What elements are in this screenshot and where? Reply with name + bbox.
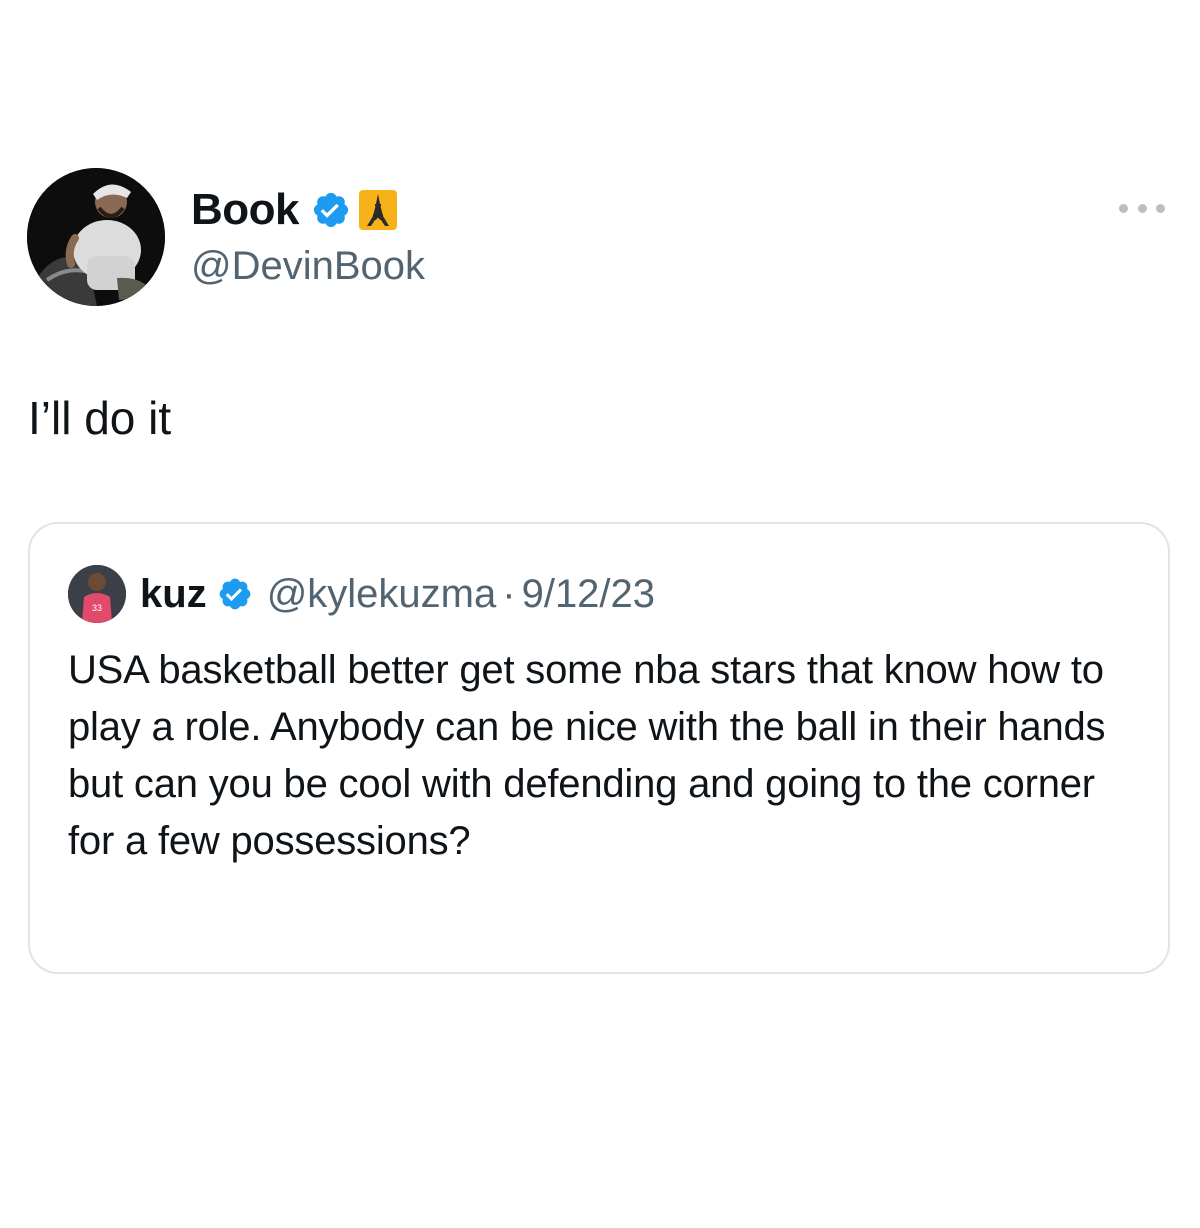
more-dot xyxy=(1156,203,1165,213)
author-avatar[interactable] xyxy=(27,168,165,306)
quoted-tweet-text: USA basketball better get some nba stars… xyxy=(68,648,1106,863)
author-handle[interactable]: @DevinBook xyxy=(191,242,425,290)
svg-text:33: 33 xyxy=(92,603,102,613)
quoted-tweet-date: 9/12/23 xyxy=(521,572,656,616)
tweet-text: I’ll do it xyxy=(28,392,172,444)
quoted-tweet-card[interactable]: 33 kuz @kylekuzma · 9/12/23 USA basketba… xyxy=(28,522,1170,974)
quoted-tweet-header: 33 kuz @kylekuzma · 9/12/23 xyxy=(68,565,656,623)
eiffel-tower-emoji-icon xyxy=(359,190,397,230)
more-dot xyxy=(1119,203,1128,213)
quoted-author-avatar[interactable]: 33 xyxy=(68,565,126,623)
verified-badge-icon xyxy=(217,576,253,612)
author-display-name[interactable]: Book xyxy=(191,184,300,236)
author-name-row: Book xyxy=(191,184,397,236)
meta-separator: · xyxy=(502,572,516,616)
more-dot xyxy=(1137,203,1147,213)
quoted-author-handle: @kylekuzma xyxy=(266,572,497,616)
verified-badge-icon xyxy=(311,190,351,230)
tweet-header: Book @DevinBook xyxy=(27,168,1173,308)
more-options-icon[interactable] xyxy=(1119,198,1165,218)
quoted-author-display-name: kuz xyxy=(140,572,207,616)
